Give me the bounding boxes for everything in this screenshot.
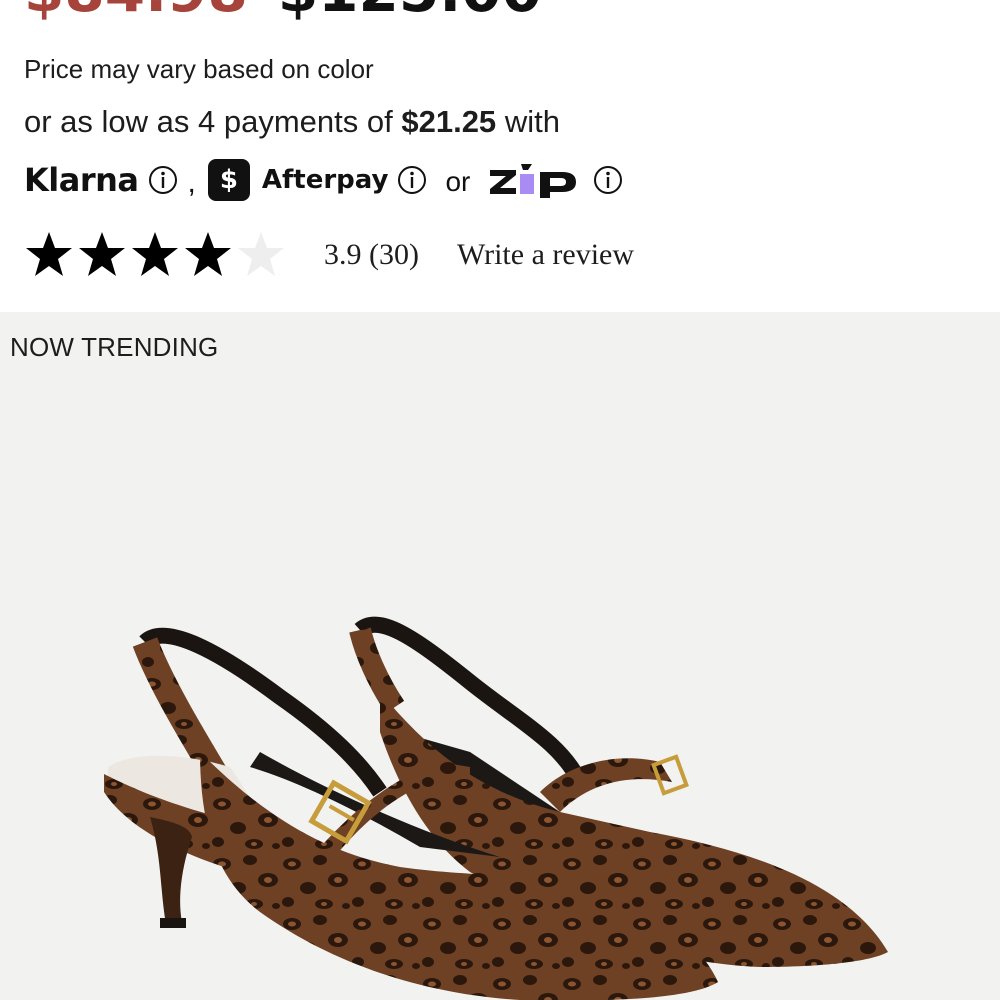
rating-summary: 3.9 (30) (324, 238, 419, 271)
or-separator: or (445, 166, 471, 197)
star-filled-icon (130, 230, 180, 280)
separator-comma: , (187, 166, 196, 199)
afterpay-badge-icon: $ (207, 159, 250, 201)
klarna-info-icon[interactable] (148, 165, 178, 195)
installment-text: or as low as 4 payments of $21.25 with (24, 104, 560, 140)
price-note: Price may vary based on color (24, 54, 374, 84)
installment-prefix: or as low as 4 payments of (24, 104, 393, 139)
original-price: $125.00 (278, 0, 542, 26)
write-review-link[interactable]: Write a review (457, 238, 634, 272)
afterpay-logo[interactable]: Afterpay (262, 165, 389, 195)
now-trending-label: NOW TRENDING (10, 332, 219, 362)
product-image[interactable] (0, 312, 1000, 1000)
sale-price: $84.98 (24, 0, 248, 26)
afterpay-info-icon[interactable] (397, 165, 427, 195)
zip-info-icon[interactable] (593, 165, 623, 195)
star-filled-icon (24, 230, 74, 280)
product-page: $84.98 $125.00 Price may vary based on c… (0, 0, 1000, 1000)
star-filled-icon (77, 230, 127, 280)
installment-amount: $21.25 (401, 104, 497, 139)
star-rating (24, 230, 286, 280)
star-filled-icon (183, 230, 233, 280)
klarna-logo[interactable]: Klarna (24, 161, 139, 199)
bnpl-providers: Klarna , $ Afterpay or (24, 156, 623, 204)
zip-logo[interactable] (488, 160, 584, 200)
installment-suffix: with (504, 104, 560, 139)
rating-row: 3.9 (30) Write a review (24, 225, 634, 285)
now-trending-section: NOW TRENDING (0, 312, 1000, 1000)
price-row: $84.98 $125.00 (24, 0, 542, 26)
star-empty-icon (236, 230, 286, 280)
